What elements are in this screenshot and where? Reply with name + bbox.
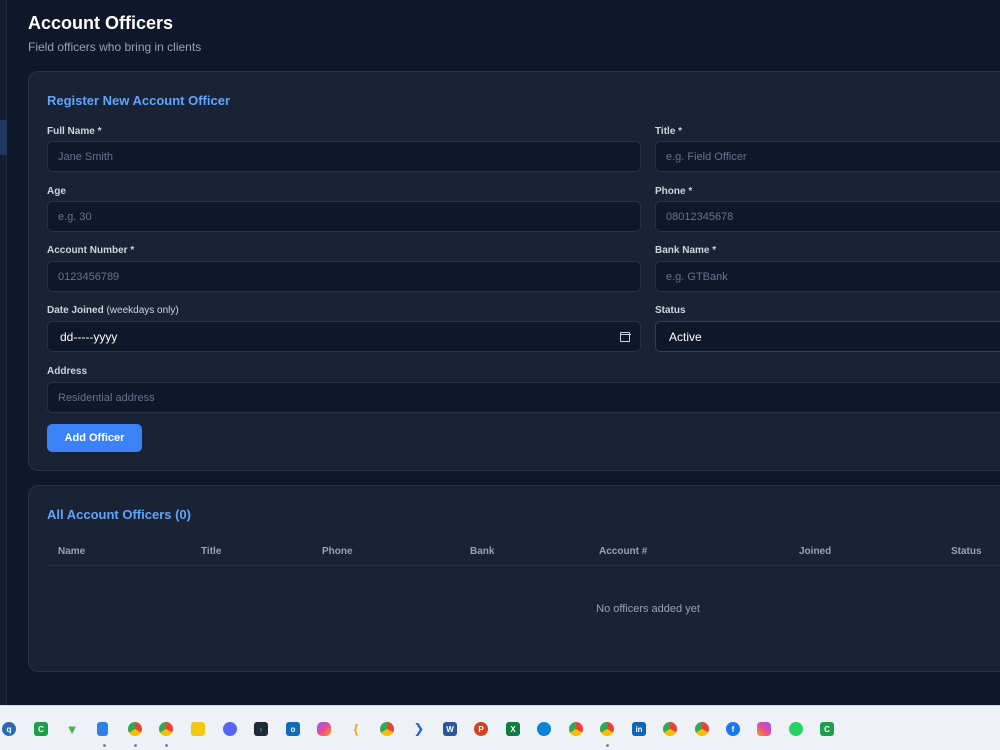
- chrome-icon[interactable]: [128, 722, 142, 736]
- empty-table-message: No officers added yet: [596, 603, 700, 615]
- chrome-icon[interactable]: [600, 722, 614, 736]
- running-indicator: [103, 744, 106, 747]
- officers-table-card: All Account Officers (0) Name Title Phon…: [28, 485, 1000, 672]
- phone-input[interactable]: [655, 201, 1000, 232]
- address-input[interactable]: [47, 382, 1000, 413]
- date-joined-label: Date Joined (weekdays only): [47, 305, 179, 316]
- title-input[interactable]: [655, 141, 1000, 172]
- form-title: Register New Account Officer: [47, 93, 231, 108]
- column-header-status: Status: [951, 546, 982, 557]
- column-header-account-number: Account #: [599, 546, 648, 557]
- copilot-icon[interactable]: [317, 722, 331, 736]
- main-content: Account Officers Field officers who brin…: [7, 0, 1000, 705]
- add-officer-button[interactable]: Add Officer: [47, 424, 142, 452]
- chrome-icon[interactable]: [569, 722, 583, 736]
- column-header-title: Title: [201, 546, 222, 557]
- excel-icon[interactable]: X: [506, 722, 520, 736]
- date-joined-hint: (weekdays only): [106, 305, 179, 316]
- running-indicator: [165, 744, 168, 747]
- running-indicator: [134, 744, 137, 747]
- download-icon[interactable]: ▼: [65, 722, 79, 737]
- age-label: Age: [47, 186, 66, 197]
- camtasia-icon[interactable]: C: [820, 722, 834, 736]
- powerpoint-icon[interactable]: P: [474, 722, 488, 736]
- column-header-name: Name: [58, 546, 86, 557]
- register-officer-card: Register New Account Officer Full Name *…: [28, 71, 1000, 471]
- linkedin-icon[interactable]: in: [632, 722, 646, 736]
- column-header-joined: Joined: [799, 546, 832, 557]
- page-title: Account Officers: [28, 13, 174, 33]
- account-number-input[interactable]: [47, 261, 641, 292]
- column-header-phone: Phone: [322, 546, 353, 557]
- qbittorrent-icon[interactable]: q: [2, 722, 16, 736]
- address-label: Address: [47, 366, 88, 377]
- table-header-row: Name Title Phone Bank Account # Joined S…: [47, 538, 1000, 566]
- power-bi-icon[interactable]: [191, 722, 205, 736]
- outlook-icon[interactable]: o: [286, 722, 300, 736]
- page-subtitle: Field officers who bring in clients: [28, 40, 202, 54]
- bank-name-label: Bank Name *: [655, 245, 717, 256]
- calendar-icon[interactable]: [619, 331, 631, 342]
- chrome-icon[interactable]: [380, 722, 394, 736]
- power-automate-icon[interactable]: ❯: [412, 721, 426, 736]
- running-indicator: [606, 744, 609, 747]
- full-name-label: Full Name *: [47, 126, 102, 137]
- table-title: All Account Officers (0): [47, 507, 191, 522]
- status-select-value: Active: [669, 329, 702, 344]
- camtasia-icon[interactable]: C: [34, 722, 48, 736]
- bank-name-input[interactable]: [655, 261, 1000, 292]
- sidebar-active-item[interactable]: [0, 120, 7, 155]
- instagram-icon[interactable]: [757, 722, 771, 736]
- chrome-icon[interactable]: [663, 722, 677, 736]
- account-number-label: Account Number *: [47, 245, 135, 256]
- column-header-bank: Bank: [470, 546, 495, 557]
- sidebar-collapsed: [0, 0, 7, 705]
- status-label: Status: [655, 305, 686, 316]
- taskbar: q C ▼ › o { ❯ W P X in f C: [0, 705, 1000, 750]
- date-joined-label-text: Date Joined: [47, 305, 104, 316]
- chrome-icon[interactable]: [159, 722, 173, 736]
- word-icon[interactable]: W: [443, 722, 457, 736]
- status-select[interactable]: Active: [655, 321, 1000, 352]
- date-joined-value: dd-----yyyy: [60, 329, 118, 344]
- facebook-icon[interactable]: f: [726, 722, 740, 736]
- phone-label: Phone *: [655, 186, 693, 197]
- age-input[interactable]: [47, 201, 641, 232]
- bracket-icon[interactable]: {: [349, 722, 363, 736]
- terminal-icon[interactable]: ›: [254, 722, 268, 736]
- chrome-icon[interactable]: [695, 722, 709, 736]
- edge-icon[interactable]: [537, 722, 551, 736]
- notepad-icon[interactable]: [97, 722, 108, 736]
- date-joined-input[interactable]: dd-----yyyy: [47, 321, 641, 352]
- title-label: Title *: [655, 126, 683, 137]
- full-name-input[interactable]: [47, 141, 641, 172]
- discord-icon[interactable]: [223, 722, 237, 736]
- whatsapp-icon[interactable]: [789, 722, 803, 736]
